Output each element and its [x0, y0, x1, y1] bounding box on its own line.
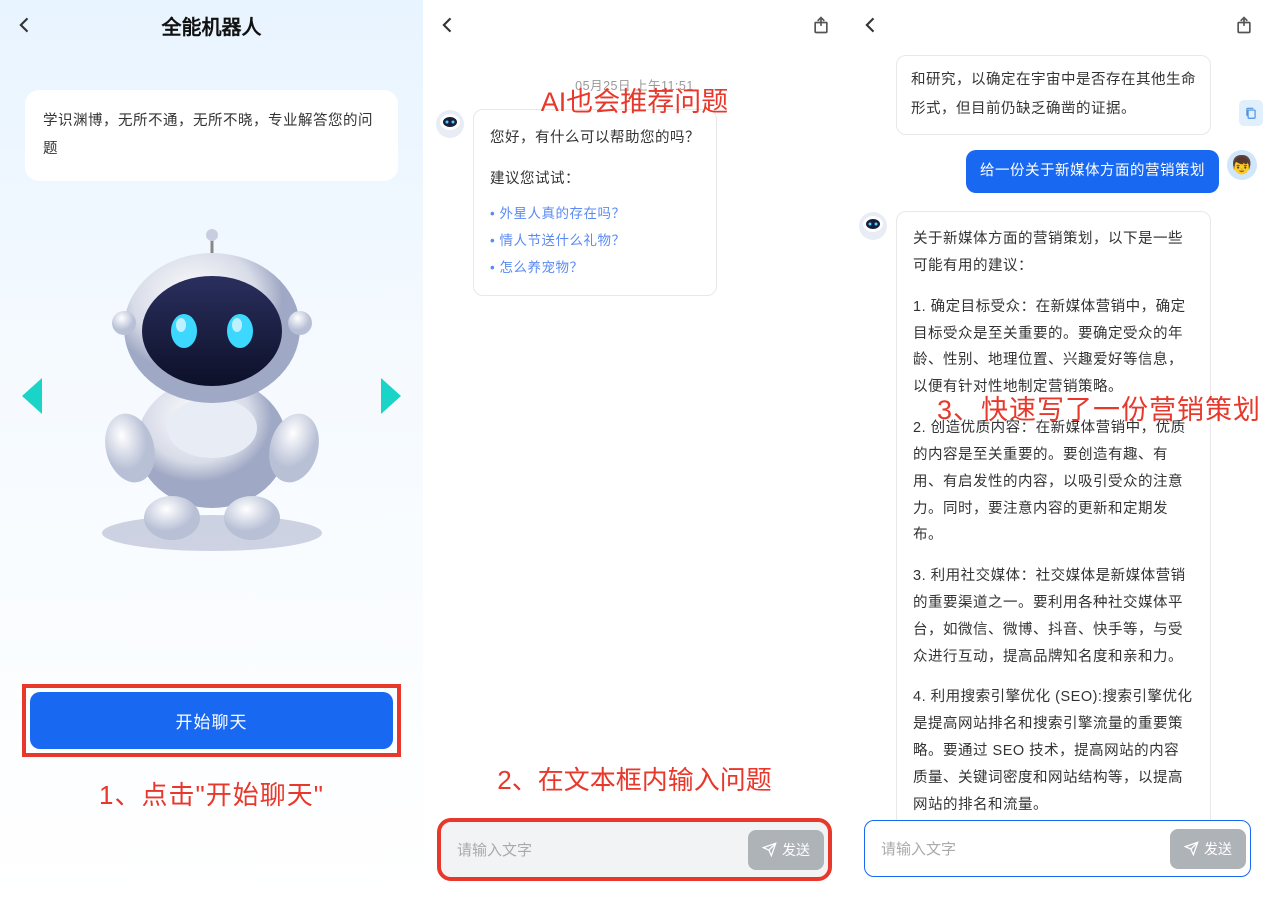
send-icon: [762, 842, 777, 857]
send-button[interactable]: 发送: [748, 830, 824, 870]
description-bubble: 学识渊博，无所不通，无所不晓，专业解答您的问题: [25, 90, 398, 181]
bot-message-row: 关于新媒体方面的营销策划，以下是一些可能有用的建议： 1. 确定目标受众：在新媒…: [858, 211, 1257, 833]
reply-intro: 关于新媒体方面的营销策划，以下是一些可能有用的建议：: [913, 226, 1194, 280]
carousel-prev-icon[interactable]: [22, 378, 42, 414]
send-icon: [1184, 841, 1199, 856]
start-button-highlight: 开始聊天: [22, 684, 401, 757]
panel-chat-empty: 05月25日 上午11:51 AI也会推荐问题 您好，有什么可以帮助您的吗？ 建…: [423, 0, 846, 902]
bot-greeting-bubble: 您好，有什么可以帮助您的吗？ 建议您试试： 外星人真的存在吗？ 情人节送什么礼物…: [473, 109, 717, 296]
message-input[interactable]: 请输入文字: [869, 825, 1170, 872]
back-icon[interactable]: [438, 15, 458, 35]
bot-partial-bubble: 和研究，以确定在宇宙中是否存在其他生命形式，但目前仍缺乏确凿的证据。: [896, 55, 1211, 135]
copy-icon[interactable]: [1239, 100, 1263, 126]
robot-illustration: [62, 223, 362, 553]
annotation-top: AI也会推荐问题: [423, 80, 846, 119]
annotation-3: 3、快速写了一份营销策划: [937, 388, 1261, 427]
topbar: 全能机器人: [0, 0, 423, 50]
start-chat-button[interactable]: 开始聊天: [30, 692, 393, 749]
reply-point-1: 1. 确定目标受众：在新媒体营销中，确定目标受众是至关重要的。要确定受众的年龄、…: [913, 294, 1194, 401]
carousel-next-icon[interactable]: [381, 378, 401, 414]
input-bar-highlight: 请输入文字 发送: [441, 822, 828, 877]
panel-chat-reply: 和研究，以确定在宇宙中是否存在其他生命形式，但目前仍缺乏确凿的证据。 给一份关于…: [846, 0, 1269, 902]
send-label: 发送: [1204, 839, 1232, 859]
share-icon[interactable]: [1234, 15, 1254, 35]
reply-point-3: 3. 利用社交媒体：社交媒体是新媒体营销的重要渠道之一。要利用各种社交媒体平台，…: [913, 563, 1194, 670]
robot-carousel: [0, 196, 423, 596]
back-icon[interactable]: [15, 15, 35, 35]
send-button[interactable]: 发送: [1170, 829, 1246, 869]
message-input[interactable]: 请输入文字: [445, 826, 748, 873]
user-avatar-icon: 👦: [1227, 150, 1257, 180]
bot-message-row: 和研究，以确定在宇宙中是否存在其他生命形式，但目前仍缺乏确凿的证据。: [858, 55, 1257, 135]
suggestion-1[interactable]: 外星人真的存在吗？: [490, 200, 700, 227]
bot-message-row: 您好，有什么可以帮助您的吗？ 建议您试试： 外星人真的存在吗？ 情人节送什么礼物…: [435, 109, 834, 296]
annotation-2: 2、在文本框内输入问题: [423, 760, 846, 797]
reply-point-2: 2. 创造优质内容：在新媒体营销中，优质的内容是至关重要的。要创造有趣、有用、有…: [913, 415, 1194, 549]
back-icon[interactable]: [861, 15, 881, 35]
try-label: 建议您试试：: [490, 165, 700, 194]
annotation-1: 1、点击"开始聊天": [0, 775, 423, 812]
user-message-row: 给一份关于新媒体方面的营销策划 👦: [858, 150, 1257, 193]
send-label: 发送: [782, 840, 810, 860]
suggestion-2[interactable]: 情人节送什么礼物？: [490, 227, 700, 254]
bot-reply-bubble: 关于新媒体方面的营销策划，以下是一些可能有用的建议： 1. 确定目标受众：在新媒…: [896, 211, 1211, 833]
topbar: [846, 0, 1269, 50]
input-bar: 请输入文字 发送: [864, 820, 1251, 877]
topbar: [423, 0, 846, 50]
reply-point-4: 4. 利用搜索引擎优化 (SEO):搜索引擎优化是提高网站排名和搜索引擎流量的重…: [913, 684, 1194, 818]
panel-start: 全能机器人 学识渊博，无所不通，无所不晓，专业解答您的问题: [0, 0, 423, 902]
bot-avatar-icon: [858, 211, 888, 241]
suggestion-3[interactable]: 怎么养宠物？: [490, 254, 700, 281]
user-message-bubble: 给一份关于新媒体方面的营销策划: [966, 150, 1219, 193]
share-icon[interactable]: [811, 15, 831, 35]
greeting-text: 您好，有什么可以帮助您的吗？: [490, 124, 700, 153]
page-title: 全能机器人: [35, 11, 388, 40]
